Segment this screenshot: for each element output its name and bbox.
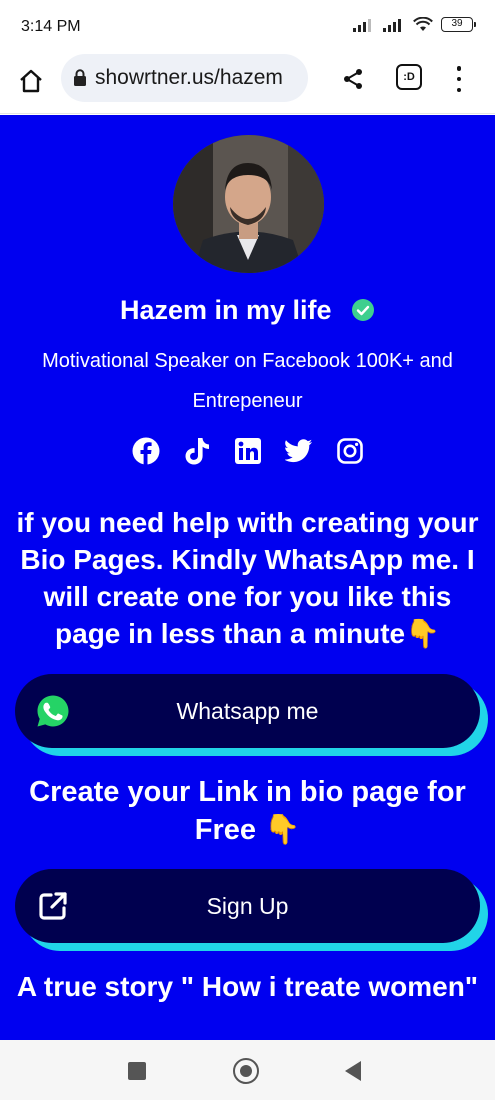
social-links xyxy=(0,437,495,465)
instagram-icon[interactable] xyxy=(336,437,364,465)
profile-name-text: Hazem in my life xyxy=(119,295,332,325)
navigation-bar xyxy=(0,1040,495,1100)
signup-button[interactable]: Sign Up xyxy=(15,869,480,943)
whatsapp-button[interactable]: Whatsapp me xyxy=(15,674,480,748)
status-bar: 3:14 PM 39 xyxy=(0,0,495,54)
wifi-icon xyxy=(413,17,433,31)
battery-icon: 39 xyxy=(441,17,476,32)
menu-dot xyxy=(456,87,462,92)
share-button[interactable] xyxy=(339,65,367,93)
external-link-icon xyxy=(35,888,71,924)
profile-name: Hazem in my life xyxy=(0,295,495,326)
back-button[interactable] xyxy=(345,1061,361,1081)
whatsapp-button-wrapper: Whatsapp me xyxy=(15,674,488,756)
signal-icon-2 xyxy=(383,18,401,32)
tabs-button[interactable]: :D xyxy=(396,64,422,90)
whatsapp-button-label: Whatsapp me xyxy=(176,697,319,724)
facebook-icon[interactable] xyxy=(132,437,160,465)
profile-bio: Motivational Speaker on Facebook 100K+ a… xyxy=(42,350,453,412)
story-heading: A true story " How i treate women" xyxy=(16,971,479,1002)
promo-text: if you need help with creating your Bio … xyxy=(16,507,479,649)
lock-icon xyxy=(74,69,86,86)
more-menu-button[interactable] xyxy=(449,64,469,94)
home-icon xyxy=(20,69,42,93)
url-text: showrtner.us/hazem xyxy=(95,66,283,89)
twitter-icon[interactable] xyxy=(284,437,313,465)
whatsapp-icon xyxy=(35,693,71,729)
home-nav-dot xyxy=(240,1065,252,1077)
home-button[interactable] xyxy=(16,66,46,96)
address-bar[interactable]: showrtner.us/hazem xyxy=(61,54,308,102)
bio-page: Hazem in my life Motivational Speaker on… xyxy=(0,115,495,1040)
signup-button-label: Sign Up xyxy=(206,892,289,919)
signup-button-wrapper: Sign Up xyxy=(15,869,488,951)
menu-dot xyxy=(456,66,462,71)
verified-badge-icon xyxy=(352,298,375,321)
home-nav-button[interactable] xyxy=(233,1058,259,1084)
recent-apps-button[interactable] xyxy=(128,1062,146,1080)
linkedin-icon[interactable] xyxy=(234,437,262,465)
status-icons: 39 xyxy=(353,17,476,32)
status-time: 3:14 PM xyxy=(21,18,81,35)
free-link-heading: Create your Link in bio page for Free 👇 xyxy=(29,776,466,846)
share-icon xyxy=(344,69,362,89)
avatar xyxy=(173,135,324,273)
signal-icon xyxy=(353,18,371,32)
menu-dot xyxy=(456,76,462,82)
tiktok-icon[interactable] xyxy=(183,437,211,465)
browser-toolbar: showrtner.us/hazem :D xyxy=(0,54,495,114)
